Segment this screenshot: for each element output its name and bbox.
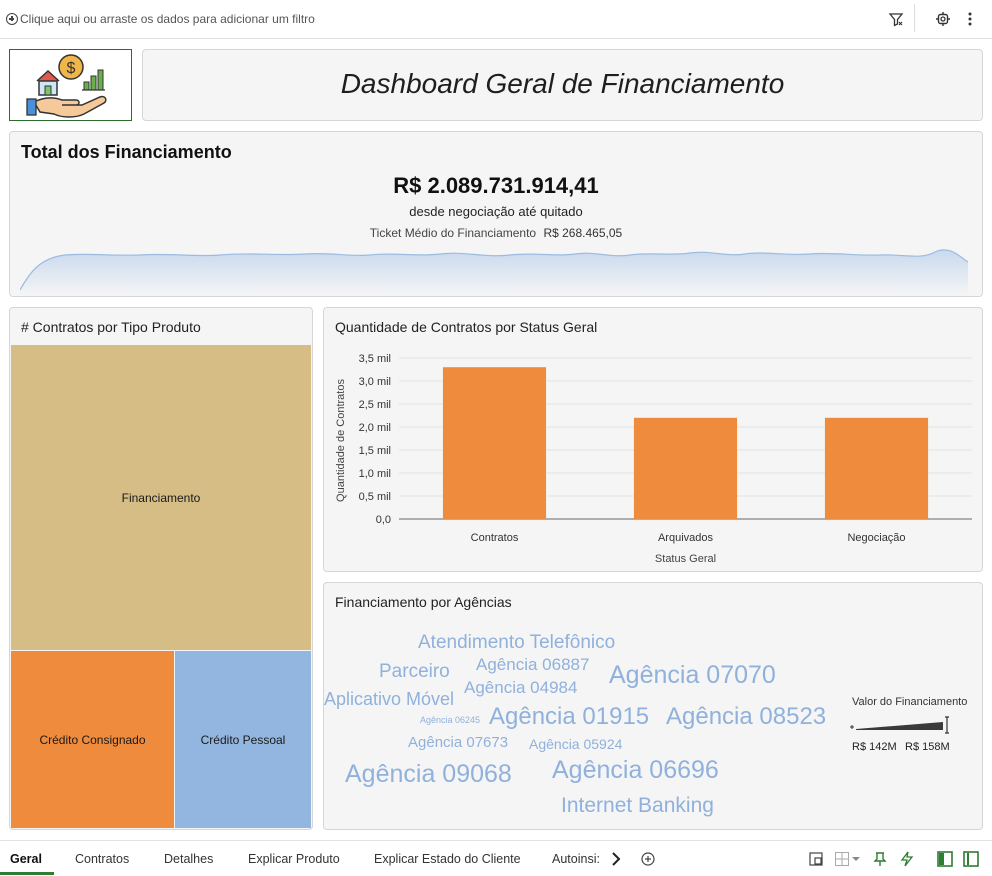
bar-arquivados[interactable] (633, 417, 738, 519)
y-tick-label: 0,5 mil (359, 491, 391, 503)
chevron-right-icon[interactable] (608, 851, 624, 867)
treemap-title: # Contratos por Tipo Produto (21, 319, 201, 335)
chevron-down-icon[interactable] (851, 851, 861, 867)
y-tick-label: 1,0 mil (359, 468, 391, 480)
cloud-word[interactable]: Atendimento Telefônico (418, 633, 615, 652)
y-tick-label: 2,0 mil (359, 422, 391, 434)
y-axis-title: Quantidade de Contratos (335, 379, 347, 502)
treemap-cell-financiamento[interactable]: Financiamento (11, 345, 311, 650)
filter-icon[interactable] (886, 9, 906, 29)
size-legend-wedge (850, 716, 949, 734)
cloud-word[interactable]: Internet Banking (561, 795, 714, 816)
y-tick-label: 3,0 mil (359, 376, 391, 388)
tab-geral[interactable]: Geral (10, 852, 42, 866)
cloud-word[interactable]: Aplicativo Móvel (324, 690, 454, 708)
cloud-word[interactable]: Agência 09068 (345, 762, 512, 787)
filter-bar: Clique aqui ou arraste os dados para adi… (0, 0, 992, 39)
cloud-word[interactable]: Agência 08523 (666, 705, 826, 729)
treemap-cell-credito-pessoal[interactable]: Crédito Pessoal (175, 651, 311, 828)
total-financing-tile[interactable]: Total dos Financiamento R$ 2.089.731.914… (9, 131, 983, 297)
cloud-word[interactable]: Agência 07673 (408, 735, 508, 750)
word-cloud-panel: Financiamento por Agências Atendimento T… (323, 582, 983, 830)
cloud-word[interactable]: Agência 05924 (529, 737, 622, 751)
treemap-panel: # Contratos por Tipo Produto Financiamen… (9, 307, 313, 830)
tab-autoinsights[interactable]: Autoinsi: (552, 852, 600, 866)
cloud-word[interactable]: Agência 06696 (552, 758, 719, 783)
toolbar-divider (914, 4, 915, 32)
tab-contratos[interactable]: Contratos (75, 852, 129, 866)
x-axis-title: Status Geral (655, 553, 716, 565)
treemap-label: Crédito Pessoal (200, 732, 286, 747)
add-filter-icon (6, 13, 18, 25)
total-title: Total dos Financiamento (21, 142, 232, 162)
cloud-word[interactable]: Agência 07070 (609, 663, 776, 688)
active-tab-indicator (0, 872, 54, 875)
bar-negociação[interactable] (824, 417, 929, 519)
treemap-cell-credito-consignado[interactable]: Crédito Consignado (11, 651, 174, 828)
canvas-tab-bar: Geral Contratos Detalhes Explicar Produt… (0, 840, 992, 876)
legend-title: Valor do Financiamento (852, 696, 968, 708)
auto-apply-icon[interactable] (899, 851, 915, 867)
bar-chart: 0,0 0,5 mil 1,0 mil 1,5 mil 2,0 mil 2,5 mil 3,… (335, 353, 972, 565)
cloud-word[interactable]: Parceiro (379, 662, 450, 681)
right-panel-toggle-icon[interactable] (963, 851, 979, 867)
grid-layout-icon[interactable] (834, 851, 850, 867)
total-value: R$ 2.089.731.914,41 (393, 173, 599, 198)
total-subtitle: desde negociação até quitado (409, 204, 583, 219)
sparkline-area (20, 249, 968, 296)
cloud-word[interactable]: Agência 06245 (420, 716, 480, 725)
word-cloud-title: Financiamento por Agências (335, 594, 512, 610)
tab-explicar-produto[interactable]: Explicar Produto (248, 852, 340, 866)
svg-text:$: $ (67, 60, 76, 77)
page-title: Dashboard Geral de Financiamento (340, 68, 785, 99)
legend-max: R$ 158M (905, 741, 950, 753)
add-canvas-icon[interactable] (640, 851, 656, 867)
title-panel: Dashboard Geral de Financiamento (142, 49, 983, 121)
treemap-label: Crédito Consignado (39, 732, 146, 747)
pin-icon[interactable] (872, 851, 888, 867)
legend-min: R$ 142M (852, 741, 897, 753)
cloud-word[interactable]: Agência 04984 (464, 679, 577, 696)
tab-explicar-estado-cliente[interactable]: Explicar Estado do Cliente (374, 852, 521, 866)
canvas-properties-icon[interactable] (808, 851, 824, 867)
ticket-medio: Ticket Médio do Financiamento R$ 268.465… (10, 226, 982, 240)
filter-hint-text: Clique aqui ou arraste os dados para adi… (20, 12, 315, 26)
cloud-word[interactable]: Agência 06887 (476, 656, 589, 673)
ticket-label: Ticket Médio do Financiamento (369, 226, 537, 240)
ticket-value: R$ 268.465,05 (543, 226, 623, 240)
cloud-word[interactable]: Agência 01915 (489, 705, 649, 729)
y-tick-label: 1,5 mil (359, 445, 391, 457)
y-tick-label: 2,5 mil (359, 399, 391, 411)
bar-chart-panel: Quantidade de Contratos por Status Geral… (323, 307, 983, 572)
x-tick-label: Arquivados (658, 532, 714, 544)
settings-icon[interactable] (933, 9, 953, 29)
treemap-label: Financiamento (121, 490, 201, 505)
dashboard-logo: $ (9, 49, 132, 121)
x-tick-label: Negociação (847, 532, 905, 544)
x-tick-label: Contratos (471, 532, 519, 544)
y-tick-label: 0,0 (376, 514, 391, 526)
y-tick-label: 3,5 mil (359, 353, 391, 365)
finance-house-hand-icon: $ (26, 54, 107, 118)
add-filter-area[interactable]: Clique aqui ou arraste os dados para adi… (6, 12, 315, 26)
left-panel-toggle-icon[interactable] (937, 851, 953, 867)
tab-detalhes[interactable]: Detalhes (164, 852, 213, 866)
bar-contratos[interactable] (442, 367, 547, 519)
more-options-icon[interactable] (960, 9, 980, 29)
